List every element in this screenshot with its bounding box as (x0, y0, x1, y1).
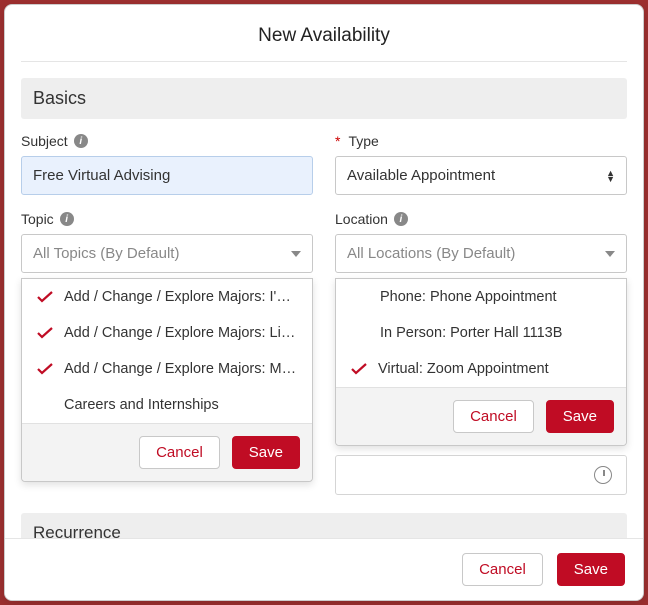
topic-option[interactable]: Add / Change / Explore Majors: Major Ex.… (22, 351, 312, 387)
location-option[interactable]: Virtual: Zoom Appointment (336, 351, 626, 387)
save-button[interactable]: Save (546, 400, 614, 433)
modal-footer: Cancel Save (5, 538, 643, 600)
subject-label: Subject i (21, 133, 313, 149)
cancel-button[interactable]: Cancel (462, 553, 543, 586)
new-availability-modal: New Availability Basics Subject i Free V… (4, 4, 644, 601)
topic-label: Topic i (21, 211, 313, 227)
check-icon (36, 362, 54, 376)
chevron-down-icon (291, 251, 301, 257)
topic-panel-footer: Cancel Save (22, 423, 312, 481)
basics-section-header: Basics (21, 78, 627, 119)
check-icon (36, 290, 54, 304)
topic-dropdown[interactable]: All Topics (By Default) (21, 234, 313, 273)
subject-input[interactable]: Free Virtual Advising (21, 156, 313, 195)
check-icon (36, 326, 54, 340)
modal-body: Basics Subject i Free Virtual Advising *… (5, 62, 643, 542)
save-button[interactable]: Save (557, 553, 625, 586)
location-label: Location i (335, 211, 627, 227)
chevron-up-down-icon: ▲▼ (606, 170, 615, 182)
check-icon (350, 362, 368, 376)
location-option[interactable]: Phone: Phone Appointment (336, 279, 626, 315)
clock-icon (594, 466, 612, 484)
location-dropdown-panel: Phone: Phone Appointment In Person: Port… (335, 278, 627, 446)
topic-option[interactable]: Add / Change / Explore Majors: Limited .… (22, 315, 312, 351)
info-icon[interactable]: i (74, 134, 88, 148)
topic-option[interactable]: Add / Change / Explore Majors: I'm Read.… (22, 279, 312, 315)
chevron-down-icon (605, 251, 615, 257)
info-icon[interactable]: i (60, 212, 74, 226)
topic-dropdown-panel: Add / Change / Explore Majors: I'm Read.… (21, 278, 313, 482)
save-button[interactable]: Save (232, 436, 300, 469)
topic-option[interactable]: Careers and Internships (22, 387, 312, 423)
cancel-button[interactable]: Cancel (139, 436, 220, 469)
modal-title: New Availability (5, 5, 643, 61)
type-select[interactable]: Available Appointment ▲▼ (335, 156, 627, 195)
info-icon[interactable]: i (394, 212, 408, 226)
location-option[interactable]: In Person: Porter Hall 1113B (336, 315, 626, 351)
location-panel-footer: Cancel Save (336, 387, 626, 445)
duration-card[interactable] (335, 455, 627, 495)
type-label: * Type (335, 133, 627, 149)
location-dropdown[interactable]: All Locations (By Default) (335, 234, 627, 273)
cancel-button[interactable]: Cancel (453, 400, 534, 433)
